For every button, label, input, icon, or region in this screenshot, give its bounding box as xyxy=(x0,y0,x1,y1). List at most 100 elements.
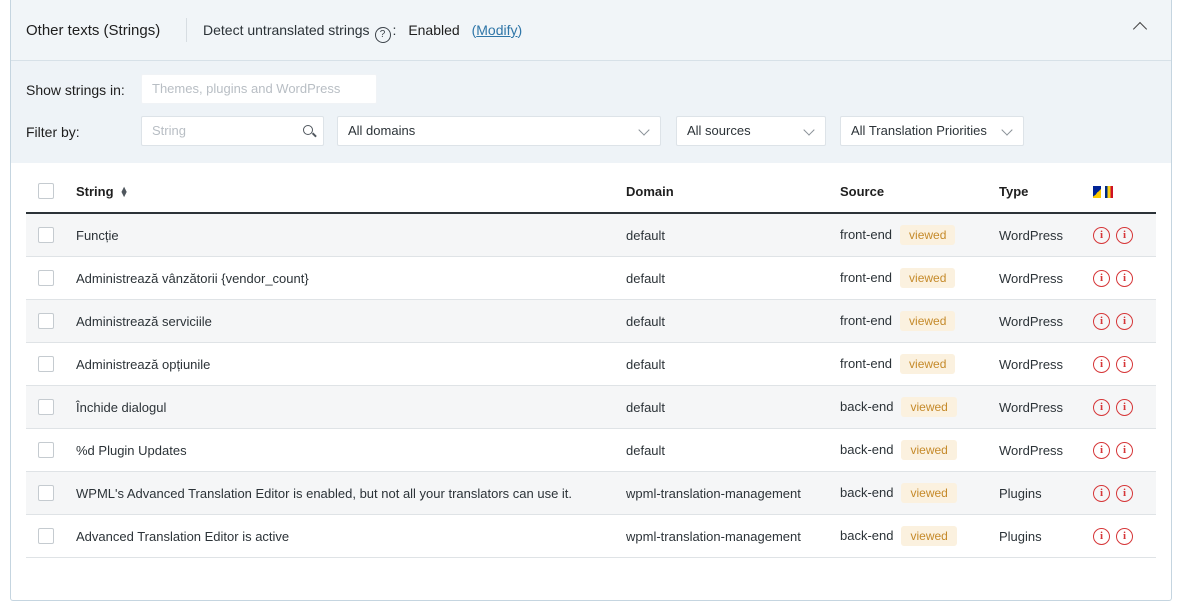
select-all-cell xyxy=(26,170,76,214)
modify-paren-close: ) xyxy=(517,22,523,38)
translation-status-cell: ii xyxy=(1093,342,1156,386)
string-cell: Advanced Translation Editor is active xyxy=(76,514,626,558)
source-cell: front-end viewed xyxy=(840,342,999,386)
source-cell: front-end viewed xyxy=(840,299,999,343)
table-header-row: String ▲ ▼ Domain Source Type xyxy=(26,170,1156,214)
row-checkbox[interactable] xyxy=(38,442,54,459)
domain-cell: wpml-translation-management xyxy=(626,471,840,515)
domain-column-header: Domain xyxy=(626,170,840,214)
row-checkbox[interactable] xyxy=(38,270,54,287)
row-checkbox[interactable] xyxy=(38,528,54,545)
not-translated-icon[interactable]: i xyxy=(1093,313,1110,330)
help-icon[interactable]: ? xyxy=(374,27,391,43)
viewed-badge: viewed xyxy=(900,225,956,245)
sort-icon[interactable]: ▲ ▼ xyxy=(120,185,129,199)
not-translated-icon[interactable]: i xyxy=(1116,313,1133,330)
source-cell: back-end viewed xyxy=(840,514,999,558)
not-translated-icon[interactable]: i xyxy=(1116,485,1133,502)
romanian-flag-icon xyxy=(1105,186,1113,199)
not-translated-icon[interactable]: i xyxy=(1093,356,1110,373)
select-all-checkbox[interactable] xyxy=(38,183,54,200)
table-row: Administrează serviciile default front-end… xyxy=(26,299,1156,343)
sources-dropdown[interactable]: All sources xyxy=(676,116,826,146)
row-checkbox[interactable] xyxy=(38,313,54,330)
translation-status-cell: ii xyxy=(1093,514,1156,558)
row-checkbox-cell xyxy=(26,256,76,300)
string-cell: Închide dialogul xyxy=(76,385,626,429)
panel-header: Other texts (Strings) Detect untranslate… xyxy=(11,0,1171,61)
domain-cell: default xyxy=(626,385,840,429)
sources-value: All sources xyxy=(687,123,751,138)
row-checkbox-cell xyxy=(26,385,76,429)
domain-cell: default xyxy=(626,299,840,343)
translation-status-cell: ii xyxy=(1093,471,1156,515)
table-row: Închide dialogul default back-end viewed Wor… xyxy=(26,385,1156,429)
search-icon[interactable] xyxy=(303,125,313,135)
not-translated-icon[interactable]: i xyxy=(1116,528,1133,545)
string-column-header[interactable]: String ▲ ▼ xyxy=(76,170,626,214)
type-column-header: Type xyxy=(999,170,1093,214)
detect-label: Detect untranslated strings xyxy=(203,22,370,38)
viewed-badge: viewed xyxy=(901,397,957,417)
type-cell: WordPress xyxy=(999,428,1093,472)
string-search-input[interactable]: String xyxy=(141,116,324,146)
translation-status-cell: ii xyxy=(1093,428,1156,472)
row-checkbox-cell xyxy=(26,514,76,558)
viewed-badge: viewed xyxy=(900,354,956,374)
not-translated-icon[interactable]: i xyxy=(1093,227,1110,244)
source-cell: front-end viewed xyxy=(840,256,999,300)
string-cell: Administrează vânzătorii {vendor_count} xyxy=(76,256,626,300)
source-cell: back-end viewed xyxy=(840,428,999,472)
source-value: back-end xyxy=(840,528,894,543)
source-cell: front-end viewed xyxy=(840,213,999,257)
translation-status-cell: ii xyxy=(1093,299,1156,343)
table-row: Advanced Translation Editor is active wpm… xyxy=(26,514,1156,558)
string-cell: Funcție xyxy=(76,213,626,257)
table-row: WPML's Advanced Translation Editor is en… xyxy=(26,471,1156,515)
language-flags-header xyxy=(1093,170,1156,214)
not-translated-icon[interactable]: i xyxy=(1116,227,1133,244)
not-translated-icon[interactable]: i xyxy=(1116,356,1133,373)
source-value: back-end xyxy=(840,442,894,457)
row-checkbox[interactable] xyxy=(38,485,54,502)
row-checkbox-cell xyxy=(26,342,76,386)
show-strings-select[interactable]: Themes, plugins and WordPress xyxy=(141,74,377,104)
not-translated-icon[interactable]: i xyxy=(1093,528,1110,545)
translation-status-cell: ii xyxy=(1093,213,1156,257)
not-translated-icon[interactable]: i xyxy=(1093,270,1110,287)
filter-by-label: Filter by: xyxy=(26,124,80,140)
not-translated-icon[interactable]: i xyxy=(1093,399,1110,416)
panel-title: Other texts (Strings) xyxy=(26,22,161,39)
table-row: Administrează opțiunile default front-end v… xyxy=(26,342,1156,386)
type-cell: Plugins xyxy=(999,514,1093,558)
not-translated-icon[interactable]: i xyxy=(1116,270,1133,287)
priorities-value: All Translation Priorities xyxy=(851,123,987,138)
source-value: front-end xyxy=(840,313,893,328)
not-translated-icon[interactable]: i xyxy=(1116,399,1133,416)
viewed-badge: viewed xyxy=(900,311,956,331)
not-translated-icon[interactable]: i xyxy=(1116,442,1133,459)
collapse-chevron-up-icon[interactable] xyxy=(1132,21,1148,37)
viewed-badge: viewed xyxy=(900,268,956,288)
not-translated-icon[interactable]: i xyxy=(1093,485,1110,502)
chevron-down-icon xyxy=(638,124,650,136)
table-row: Administrează vânzătorii {vendor_count} d… xyxy=(26,256,1156,300)
row-checkbox[interactable] xyxy=(38,399,54,416)
type-cell: WordPress xyxy=(999,299,1093,343)
row-checkbox-cell xyxy=(26,213,76,257)
domain-cell: default xyxy=(626,342,840,386)
priorities-dropdown[interactable]: All Translation Priorities xyxy=(840,116,1024,146)
not-translated-icon[interactable]: i xyxy=(1093,442,1110,459)
translation-status-cell: ii xyxy=(1093,385,1156,429)
row-checkbox[interactable] xyxy=(38,227,54,244)
chevron-down-icon xyxy=(803,124,815,136)
source-value: front-end xyxy=(840,356,893,371)
strings-panel: Other texts (Strings) Detect untranslate… xyxy=(10,0,1172,601)
type-cell: Plugins xyxy=(999,471,1093,515)
detect-status: Enabled xyxy=(408,22,460,38)
domains-value: All domains xyxy=(348,123,416,138)
viewed-badge: viewed xyxy=(901,483,957,503)
domains-dropdown[interactable]: All domains xyxy=(337,116,661,146)
modify-link[interactable]: Modify xyxy=(476,22,517,38)
row-checkbox[interactable] xyxy=(38,356,54,373)
